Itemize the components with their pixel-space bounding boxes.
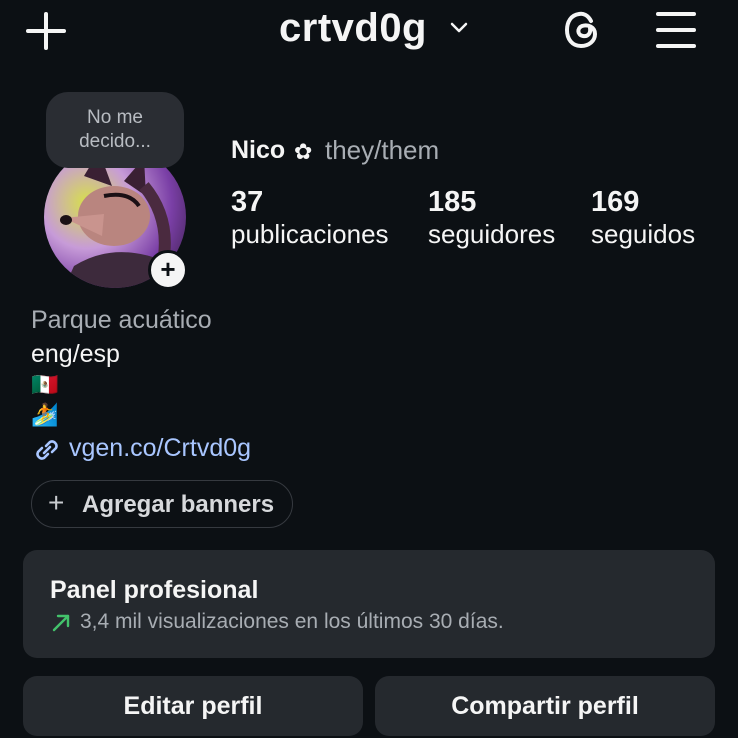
stat-posts[interactable]: 37 publicaciones [231, 186, 389, 250]
mexico-flag-emoji: 🇲🇽 [31, 372, 59, 397]
stat-followers-value: 185 [428, 186, 477, 218]
bio-category: Parque acuático [31, 306, 212, 334]
create-plus-icon[interactable] [26, 12, 66, 52]
surfer-emoji: 🏄 [31, 402, 59, 427]
flower-icon: ✿ [294, 139, 313, 164]
chevron-down-icon[interactable] [449, 18, 469, 38]
stat-followers-label: seguidores [428, 219, 556, 249]
add-banners-label: Agregar banners [82, 491, 275, 518]
display-name: Nico [231, 136, 286, 164]
bio-languages: eng/esp [31, 340, 120, 368]
username-title[interactable]: crtvd0g [279, 6, 427, 51]
link-icon [36, 440, 58, 460]
add-banners-button[interactable]: + Agregar banners [31, 480, 293, 528]
plus-icon: + [48, 487, 65, 518]
professional-dashboard[interactable]: Panel profesional 3,4 mil visualizacione… [23, 550, 715, 658]
add-story-button[interactable]: + [148, 250, 188, 290]
edit-profile-button[interactable]: Editar perfil [23, 676, 363, 736]
stat-following[interactable]: 169 seguidos [591, 186, 695, 250]
panel-title: Panel profesional [50, 576, 259, 604]
stat-following-label: seguidos [591, 219, 696, 249]
stat-posts-label: publicaciones [231, 219, 389, 249]
stat-following-value: 169 [591, 186, 640, 218]
threads-icon[interactable] [560, 6, 604, 54]
panel-subtitle: 3,4 mil visualizaciones en los últimos 3… [80, 610, 504, 633]
share-profile-button[interactable]: Compartir perfil [375, 676, 715, 736]
stat-posts-value: 37 [231, 186, 264, 218]
pronouns: they/them [325, 135, 440, 165]
stat-followers[interactable]: 185 seguidores [428, 186, 555, 250]
trending-up-arrow-icon [52, 614, 70, 632]
bio-link[interactable]: vgen.co/Crtvd0g [69, 434, 251, 463]
menu-icon[interactable] [656, 12, 696, 48]
note-line2: decido... [79, 131, 151, 152]
note-line1: No me [87, 107, 143, 128]
note-bubble[interactable]: No me decido... [46, 92, 184, 168]
